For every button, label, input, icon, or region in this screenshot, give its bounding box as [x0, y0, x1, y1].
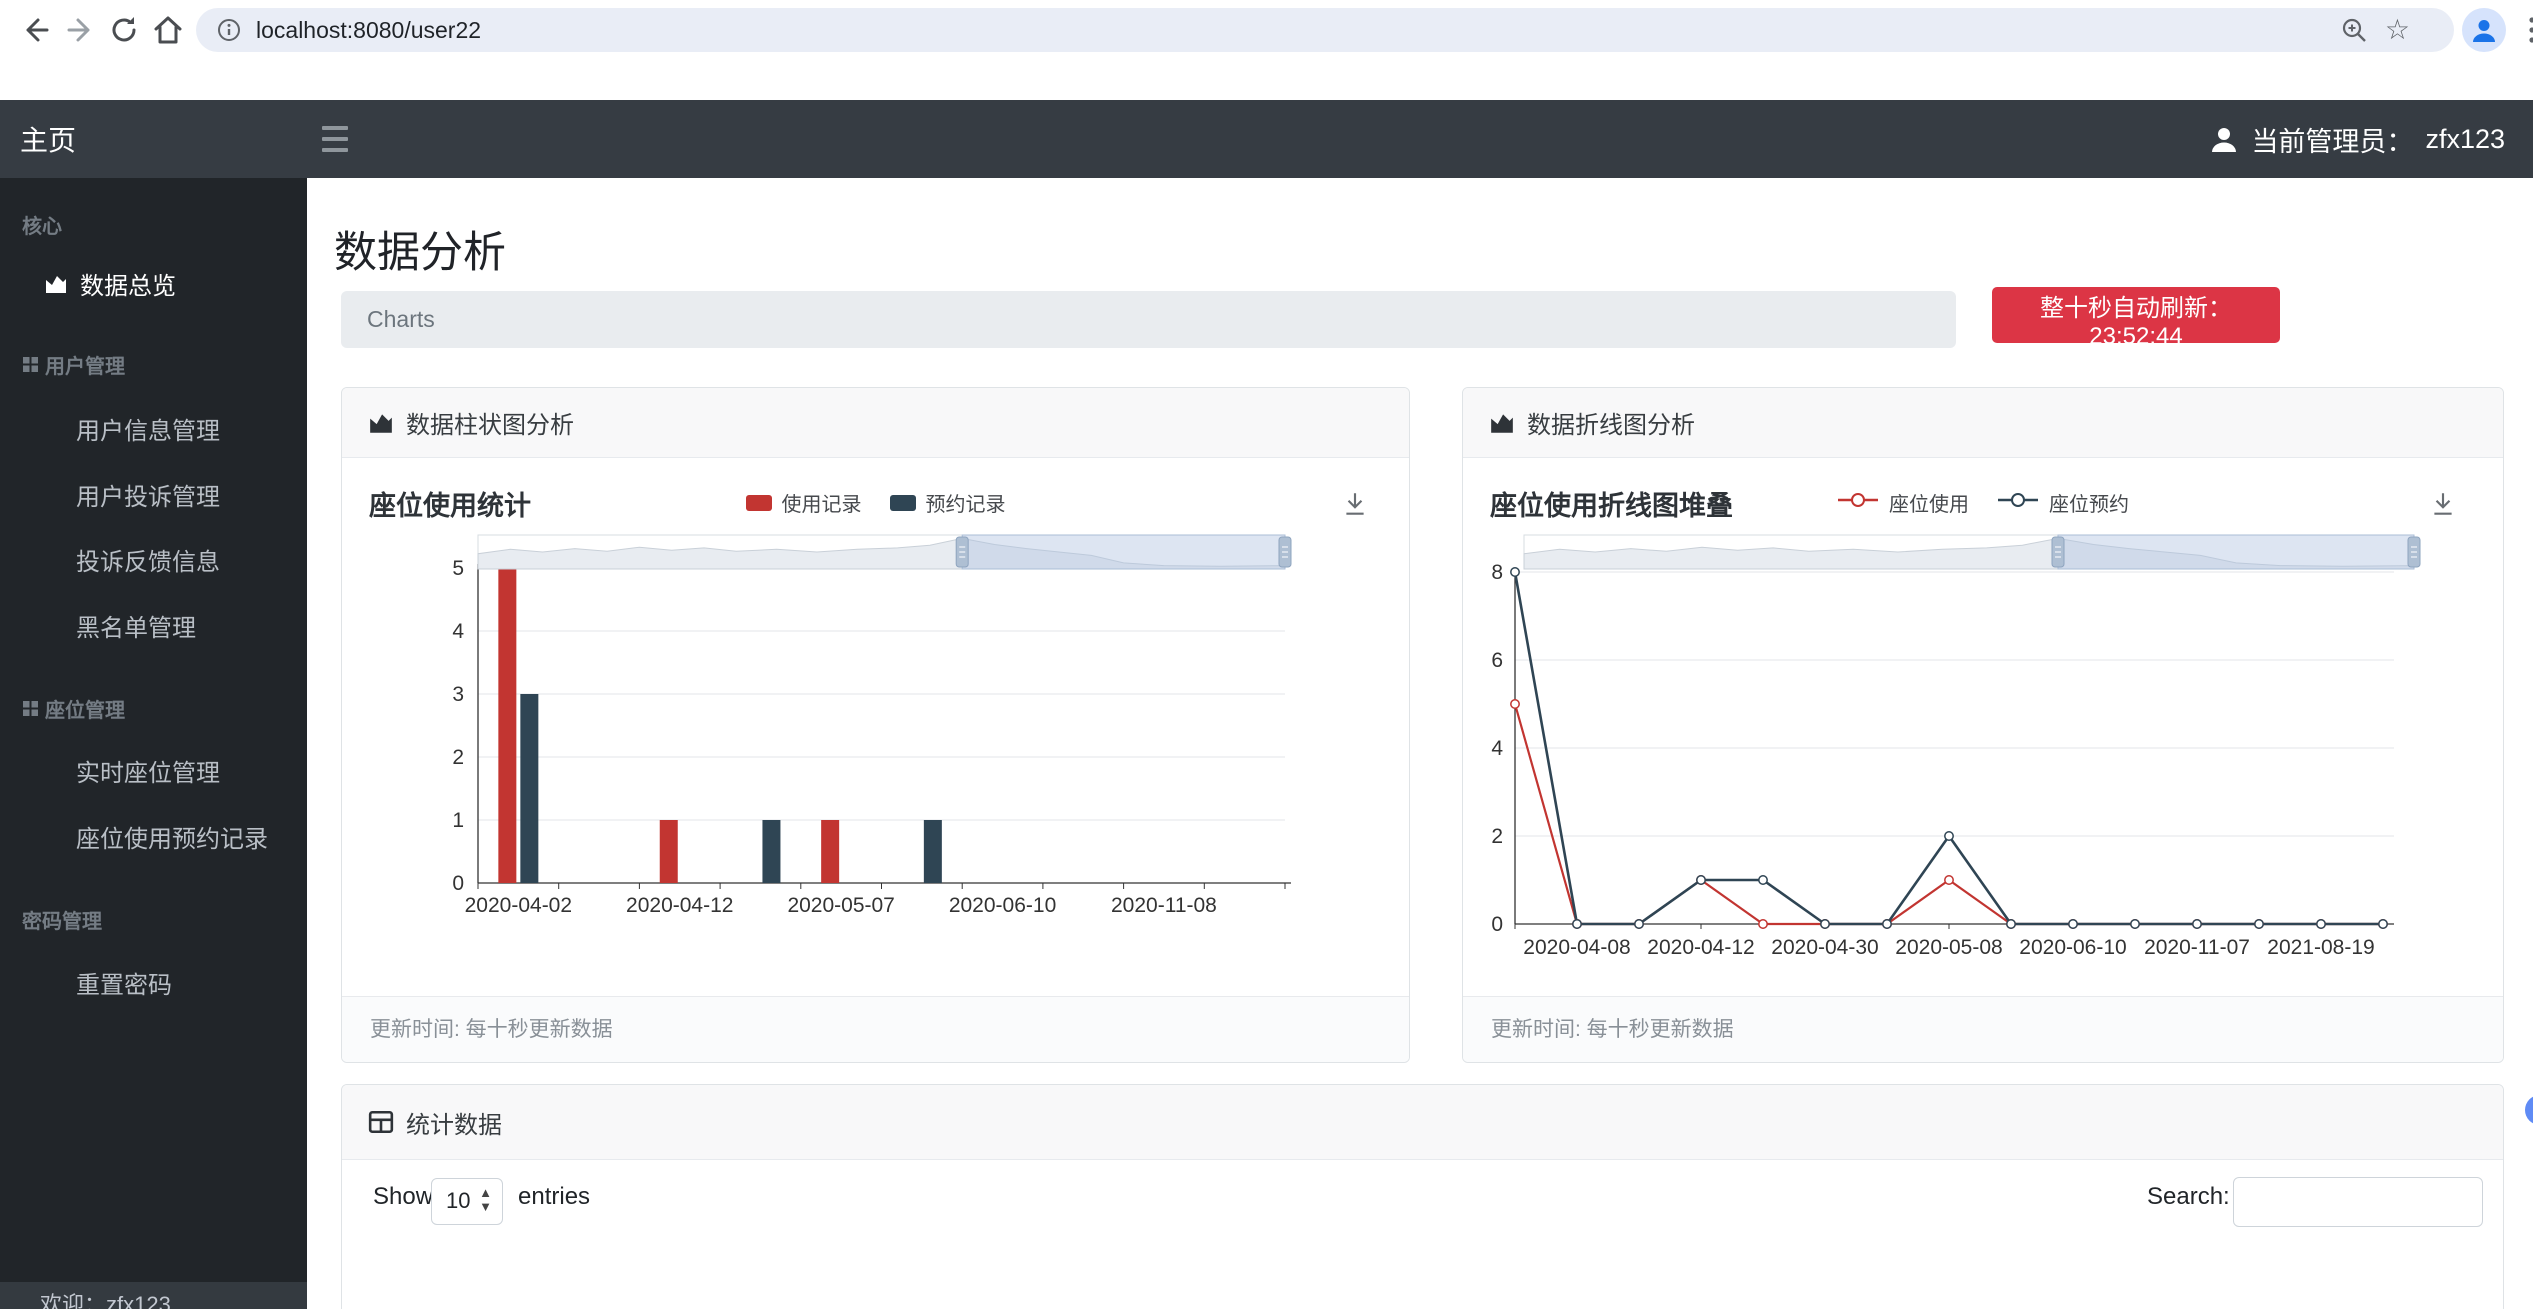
- page-size-value: 10: [446, 1188, 471, 1213]
- svg-text:2021-08-19: 2021-08-19: [2267, 936, 2374, 959]
- stats-table-card: 统计数据 Show 10 ▲▼ entries Search: # ↑↓ 统计数…: [341, 1084, 2504, 1309]
- table-icon: [368, 1110, 394, 1134]
- svg-text:4: 4: [452, 620, 464, 643]
- svg-text:2020-04-12: 2020-04-12: [1647, 936, 1754, 959]
- svg-text:2020-04-02: 2020-04-02: [465, 894, 572, 917]
- grid-icon: [23, 701, 38, 716]
- sidebar-item-data-overview[interactable]: 数据总览: [44, 266, 176, 301]
- admin-info: 当前管理员： zfx123: [2209, 100, 2505, 178]
- sidebar-section-password: 密码管理: [22, 911, 102, 933]
- browser-menu-icon[interactable]: [2514, 12, 2533, 48]
- bookmarks-bar: 【码神之路】项目... Day02-09-员工分... 所有书签: [0, 60, 2533, 153]
- url-text[interactable]: localhost:8080/user22: [256, 17, 481, 44]
- sidebar-item-user-complaints[interactable]: 用户投诉管理: [76, 477, 220, 512]
- sidebar-item-reset-password[interactable]: 重置密码: [76, 965, 172, 1000]
- bar-chart-card: 数据柱状图分析 座位使用统计 使用记录 预约记录 0 1 2 3 4 5 2020-04-0…: [341, 387, 1410, 1063]
- sidebar-section-seats: 座位管理: [22, 694, 125, 723]
- svg-text:2020-05-08: 2020-05-08: [1895, 936, 2002, 959]
- svg-text:3: 3: [452, 683, 464, 706]
- sidebar-item-complaint-feedback[interactable]: 投诉反馈信息: [76, 542, 220, 577]
- svg-text:2020-06-10: 2020-06-10: [2019, 936, 2126, 959]
- reload-icon[interactable]: [106, 12, 142, 48]
- bar-card-footer: 更新时间: 每十秒更新数据: [342, 996, 1409, 1062]
- home-icon[interactable]: [150, 12, 186, 48]
- page: localhost:8080/user22 ☆ 【码神之路】项目... Day0…: [0, 0, 2533, 1309]
- svg-text:2020-04-30: 2020-04-30: [1771, 936, 1878, 959]
- page-title: 数据分析: [334, 229, 506, 277]
- brand-title[interactable]: 主页: [20, 100, 307, 178]
- svg-text:2: 2: [452, 746, 464, 769]
- table-card-header: 统计数据: [342, 1085, 2503, 1160]
- app-header: 主页 当前管理员： zfx123: [0, 100, 2533, 178]
- site-info-icon[interactable]: [216, 17, 242, 43]
- sidebar: 核心 数据总览 用户管理 用户信息管理 用户投诉管理 投诉反馈信息 黑名单管理 …: [0, 178, 307, 1309]
- svg-text:2020-04-12: 2020-04-12: [626, 894, 733, 917]
- svg-text:2020-11-07: 2020-11-07: [2144, 936, 2250, 959]
- sidebar-footer: 欢迎：zfx123: [0, 1282, 307, 1309]
- svg-text:2020-06-10: 2020-06-10: [949, 894, 1056, 917]
- select-stepper-icon: ▲ ▼: [479, 1185, 492, 1214]
- search-input[interactable]: [2233, 1177, 2483, 1227]
- line-chart-card: 数据折线图分析 座位使用折线图堆叠 座位使用 座位预约 0 2 4 6 8 2020-04…: [1462, 387, 2504, 1063]
- search-label: Search:: [2147, 1183, 2230, 1210]
- breadcrumb: Charts: [341, 291, 1956, 348]
- svg-text:1: 1: [452, 809, 464, 832]
- svg-text:8: 8: [1491, 561, 1503, 584]
- profile-avatar[interactable]: [2462, 8, 2506, 52]
- chart-area-icon: [370, 413, 392, 433]
- browser-toolbar: localhost:8080/user22 ☆: [0, 0, 2533, 60]
- grid-icon: [23, 357, 38, 372]
- sidebar-toggle-icon[interactable]: [322, 126, 350, 152]
- admin-name: zfx123: [2425, 123, 2505, 154]
- bookmark-star-icon[interactable]: ☆: [2385, 16, 2410, 44]
- line-card-header: 数据折线图分析: [1463, 388, 2503, 458]
- sidebar-section-core: 核心: [22, 216, 62, 238]
- bar-chart-canvas[interactable]: 0 1 2 3 4 5 2020-04-02 2020-04-12 2020-05-07 2020…: [342, 458, 1409, 998]
- sidebar-section-users: 用户管理: [22, 350, 125, 379]
- sidebar-item-blacklist[interactable]: 黑名单管理: [76, 608, 196, 643]
- line-chart-canvas[interactable]: 0 2 4 6 8 2020-04-08 2020-04-12 2020-04-30 2020-…: [1463, 458, 2504, 998]
- svg-text:2020-05-07: 2020-05-07: [787, 894, 894, 917]
- svg-text:6: 6: [1491, 649, 1503, 672]
- svg-text:2020-11-08: 2020-11-08: [1111, 894, 1217, 917]
- chart-area-icon: [1491, 413, 1513, 433]
- user-icon: [2212, 128, 2237, 152]
- svg-text:0: 0: [1491, 913, 1503, 936]
- back-icon[interactable]: [18, 12, 54, 48]
- svg-text:4: 4: [1491, 737, 1503, 760]
- forward-icon[interactable]: [62, 12, 98, 48]
- table-card-body: Show 10 ▲▼ entries Search: # ↑↓ 统计数据日期 ↑…: [342, 1160, 2503, 1309]
- sidebar-item-user-info[interactable]: 用户信息管理: [76, 411, 220, 446]
- line-card-footer: 更新时间: 每十秒更新数据: [1463, 996, 2503, 1062]
- url-bar[interactable]: localhost:8080/user22 ☆: [196, 8, 2454, 52]
- sidebar-item-seat-reservation-records[interactable]: 座位使用预约记录: [76, 819, 268, 854]
- auto-refresh-button[interactable]: 整十秒自动刷新：23:52:44: [1992, 287, 2280, 350]
- bar-card-header: 数据柱状图分析: [342, 388, 1409, 458]
- sidebar-item-realtime-seats[interactable]: 实时座位管理: [76, 753, 220, 788]
- svg-text:2: 2: [1491, 825, 1503, 848]
- svg-text:0: 0: [452, 872, 464, 895]
- zoom-icon[interactable]: [2340, 16, 2368, 44]
- svg-text:5: 5: [452, 557, 464, 580]
- chart-area-icon: [46, 275, 66, 293]
- admin-label: 当前管理员：: [2251, 126, 2414, 157]
- page-size-select[interactable]: 10 ▲ ▼: [431, 1178, 503, 1225]
- entries-label: entries: [518, 1183, 591, 1210]
- show-label: Show: [373, 1183, 434, 1210]
- line-chart-body: 座位使用折线图堆叠 座位使用 座位预约 0 2 4 6 8 2020-04-08 2020-…: [1463, 458, 2503, 1000]
- floating-action-button[interactable]: [2525, 1095, 2533, 1125]
- svg-text:2020-04-08: 2020-04-08: [1523, 936, 1630, 959]
- bar-chart-body: 座位使用统计 使用记录 预约记录 0 1 2 3 4 5 2020-04-02 2020-04…: [342, 458, 1409, 1000]
- breadcrumb-item: Charts: [367, 306, 435, 332]
